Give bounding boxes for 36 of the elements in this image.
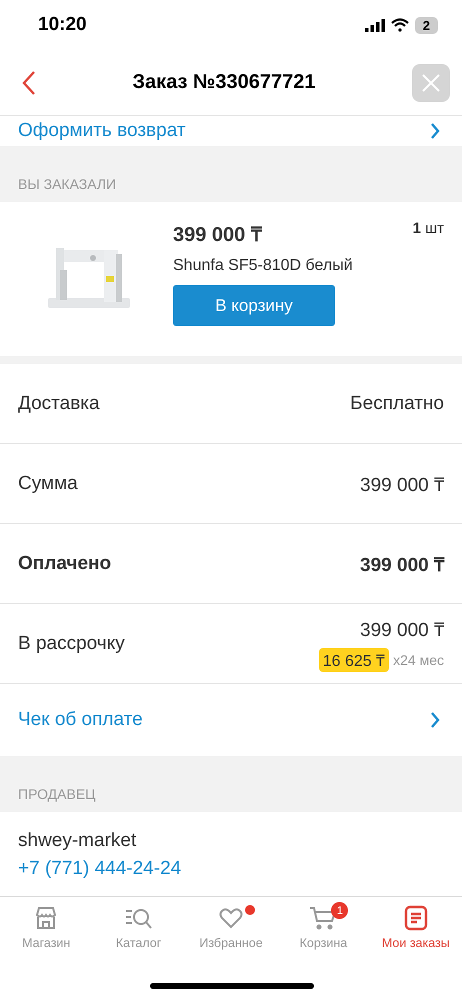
row-label: В рассрочку	[18, 632, 125, 654]
row-value: 399 000 ₸	[360, 474, 444, 496]
tab-item[interactable]: Магазин	[0, 897, 92, 965]
close-icon	[422, 74, 440, 92]
tab-item[interactable]: Избранное	[184, 897, 278, 965]
term-text: x24 мес	[393, 652, 444, 668]
row-label: Доставка	[18, 392, 100, 414]
signal-icon	[364, 18, 385, 32]
tab-item[interactable]: Каталог	[92, 897, 185, 965]
total-value: 399 000 ₸	[360, 618, 444, 642]
count-badge: 1	[331, 902, 348, 919]
document-icon	[402, 905, 429, 931]
add-to-cart-button[interactable]: В корзину	[173, 285, 335, 326]
row-label: Оплачено	[18, 552, 112, 574]
product-name: Shunfa SF5-810D белый	[173, 257, 354, 275]
battery-level: 2	[414, 16, 438, 34]
back-icon[interactable]	[22, 70, 36, 96]
return-link[interactable]: Оформить возврат	[18, 120, 186, 142]
receipt-link[interactable]: Чек об оплате	[18, 709, 143, 731]
phone-link[interactable]: +7 (771) 444-24-24	[18, 858, 444, 880]
product-price: 399 000 ₸	[173, 223, 262, 247]
section-heading: ВЫ ЗАКАЗАЛИ	[0, 146, 462, 202]
row-value: Бесплатно	[350, 392, 444, 414]
section-heading: ПРОДАВЕЦ	[0, 756, 462, 812]
seller-name: shwey-market	[18, 830, 138, 852]
tab-item[interactable]: Корзина 1	[277, 897, 370, 965]
row-label: Сумма	[18, 472, 78, 494]
page-title: Заказ №330677721	[132, 71, 316, 94]
quantity-text: 1 шт	[412, 220, 444, 237]
wifi-icon	[390, 18, 409, 32]
status-time: 10:20	[38, 14, 87, 36]
chevron-icon	[430, 122, 440, 140]
row-value: 399 000 ₸	[360, 554, 444, 576]
chevron-icon	[430, 711, 440, 729]
tab-item[interactable]: Мои заказы	[370, 897, 462, 965]
monthly-payment: 16 625 ₸	[318, 648, 390, 672]
